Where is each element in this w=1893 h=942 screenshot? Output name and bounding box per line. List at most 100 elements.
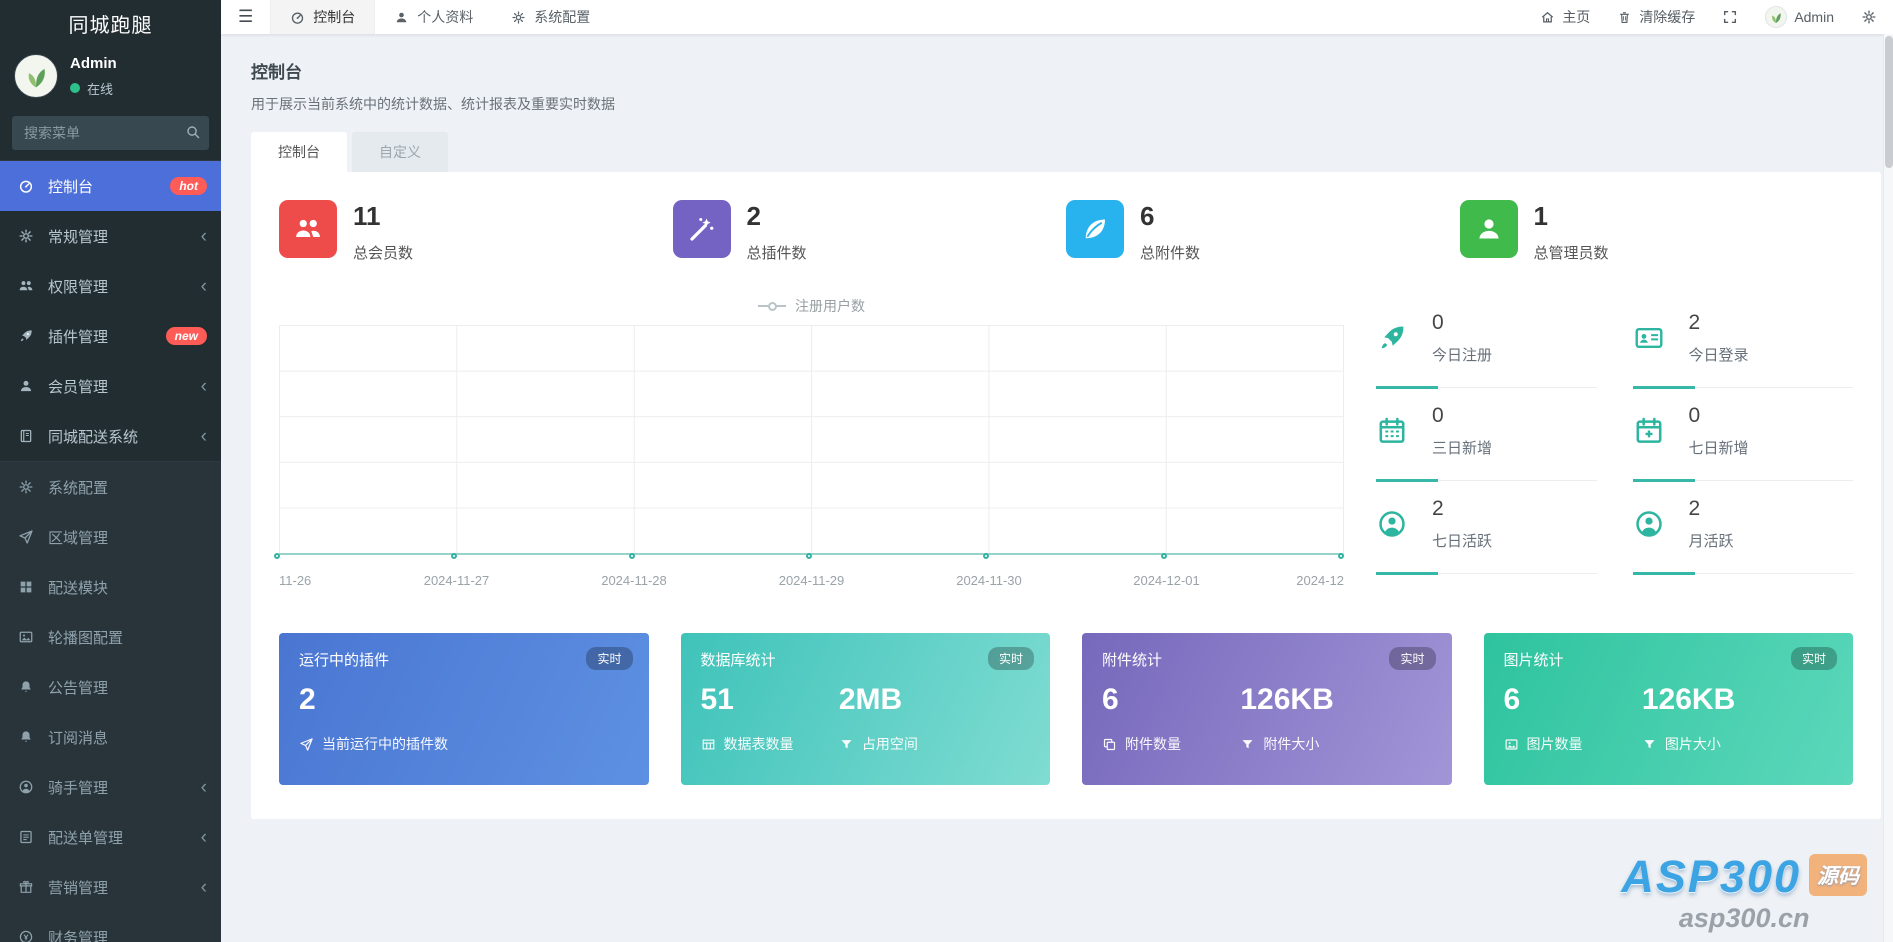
sidebar-item-general[interactable]: 常规管理‹ xyxy=(0,211,221,261)
mini-stat-label: 月活跃 xyxy=(1689,530,1734,551)
fullscreen-button[interactable] xyxy=(1722,9,1738,25)
card-database-stats: 数据库统计 实时 51数据表数量 2MB占用空间 xyxy=(681,633,1051,785)
sidebar-item-member[interactable]: 会员管理‹ xyxy=(0,361,221,411)
user-menu[interactable]: Admin xyxy=(1765,6,1834,28)
card-title: 运行中的插件 xyxy=(299,649,629,670)
copy-icon xyxy=(1102,737,1117,752)
sidebar: 同城跑腿 Admin 在线 控制台hot 常规管理‹ 权限管理‹ 插件管理new… xyxy=(0,0,221,942)
x-tick: 2024-11-30 xyxy=(956,573,1022,588)
sidebar-item-finance[interactable]: 财务管理 xyxy=(0,912,221,942)
bell-icon xyxy=(18,679,48,695)
vertical-scrollbar[interactable] xyxy=(1883,34,1893,942)
rocket-icon xyxy=(18,328,48,344)
settings-button[interactable] xyxy=(1861,9,1877,25)
leaf-icon xyxy=(1066,200,1124,258)
home-icon xyxy=(1540,10,1555,25)
registered-users-chart[interactable]: 注册用户数 11-26 2024-11-27 2024-11-28 2024-1… xyxy=(279,295,1344,595)
dashboard-panel: 11总会员数 2总插件数 6总附件数 1总管理员数 注册用户数 xyxy=(251,172,1881,819)
image-icon xyxy=(1504,737,1519,752)
x-tick: 2024-11-27 xyxy=(424,573,490,588)
mini-stat-value: 2 xyxy=(1689,497,1734,521)
sidebar-item-subscribe-msg[interactable]: 订阅消息 xyxy=(0,712,221,762)
top-navbar: ☰ 控制台 个人资料 系统配置 主页 清除缓存 Admin xyxy=(221,0,1893,34)
sidebar-item-notice[interactable]: 公告管理 xyxy=(0,662,221,712)
mini-stat-value: 2 xyxy=(1689,311,1749,335)
magic-wand-icon xyxy=(673,200,731,258)
tab-custom[interactable]: 自定义 xyxy=(352,132,448,172)
users-icon xyxy=(18,278,48,294)
realtime-badge: 实时 xyxy=(988,647,1034,670)
coin-icon xyxy=(18,929,48,942)
sidebar-toggle-button[interactable]: ☰ xyxy=(221,0,270,34)
mini-stat-label: 七日活跃 xyxy=(1432,530,1492,551)
grid-icon xyxy=(18,579,48,595)
bell-icon xyxy=(18,729,48,745)
image-icon xyxy=(18,629,48,645)
card-title: 数据库统计 xyxy=(701,649,1031,670)
stat-value: 2 xyxy=(747,203,807,229)
stat-label: 总附件数 xyxy=(1140,242,1200,263)
metric: 51数据表数量 xyxy=(701,683,839,754)
page-subtitle: 用于展示当前系统中的统计数据、统计报表及重要实时数据 xyxy=(251,94,1863,114)
new-badge: new xyxy=(166,327,207,345)
stat-value: 6 xyxy=(1140,203,1200,229)
clear-cache-button[interactable]: 清除缓存 xyxy=(1617,7,1695,27)
mini-stat-value: 0 xyxy=(1689,404,1749,428)
search-input[interactable] xyxy=(12,116,209,150)
sidebar-item-delivery-system[interactable]: 同城配送系统‹ xyxy=(0,411,221,461)
app-brand: 同城跑腿 xyxy=(0,0,221,46)
metric: 126KB附件大小 xyxy=(1240,683,1431,754)
chevron-left-icon: ‹ xyxy=(201,277,207,296)
sidebar-item-banner[interactable]: 轮播图配置 xyxy=(0,612,221,662)
page-header: 控制台 用于展示当前系统中的统计数据、统计报表及重要实时数据 xyxy=(221,34,1893,114)
sidebar-item-marketing[interactable]: 营销管理‹ xyxy=(0,862,221,912)
filter-icon xyxy=(1240,737,1255,752)
watermark-brand: ASP300 xyxy=(1621,854,1801,899)
online-dot-icon xyxy=(70,83,80,93)
dashboard-icon xyxy=(290,10,305,25)
sidebar-item-dashboard[interactable]: 控制台hot xyxy=(0,161,221,211)
avatar[interactable] xyxy=(14,54,58,98)
x-tick: 2024-12 xyxy=(1296,573,1344,588)
chart-legend[interactable]: 注册用户数 xyxy=(279,295,1344,317)
gift-icon xyxy=(18,879,48,895)
calendar-icon xyxy=(1376,404,1412,458)
tab-dashboard[interactable]: 控制台 xyxy=(251,132,347,172)
sidebar-item-auth[interactable]: 权限管理‹ xyxy=(0,261,221,311)
sidebar-item-rider[interactable]: 骑手管理‹ xyxy=(0,762,221,812)
data-point xyxy=(1338,553,1344,559)
chevron-left-icon: ‹ xyxy=(201,427,207,446)
sidebar-item-system-config[interactable]: 系统配置 xyxy=(0,462,221,512)
plant-avatar-icon xyxy=(1767,8,1785,26)
sidebar-item-delivery-module[interactable]: 配送模块 xyxy=(0,562,221,612)
home-link[interactable]: 主页 xyxy=(1540,7,1590,27)
sidebar-item-region[interactable]: 区域管理 xyxy=(0,512,221,562)
table-icon xyxy=(701,737,716,752)
navbar-right: 主页 清除缓存 Admin xyxy=(1540,0,1893,34)
gear-icon xyxy=(1861,9,1877,25)
search-button[interactable] xyxy=(185,124,201,143)
user-icon xyxy=(394,10,409,25)
sidebar-menu: 控制台hot 常规管理‹ 权限管理‹ 插件管理new 会员管理‹ 同城配送系统‹… xyxy=(0,160,221,942)
rocket-icon xyxy=(1376,311,1412,365)
realtime-badge: 实时 xyxy=(1791,647,1837,670)
metric: 2MB占用空间 xyxy=(839,683,1030,754)
nav-tab-system-config[interactable]: 系统配置 xyxy=(492,0,609,34)
hot-badge: hot xyxy=(170,177,207,195)
mini-stat-label: 七日新增 xyxy=(1689,437,1749,458)
scrollbar-thumb[interactable] xyxy=(1885,36,1893,168)
navbar-username: Admin xyxy=(1794,9,1834,25)
watermark-badge: 源码 xyxy=(1809,854,1867,896)
stat-total-attachments: 6 总附件数 xyxy=(1066,200,1460,263)
sidebar-item-delivery-order[interactable]: 配送单管理‹ xyxy=(0,812,221,862)
chevron-left-icon: ‹ xyxy=(201,828,207,847)
x-tick: 11-26 xyxy=(279,573,311,588)
gear-icon xyxy=(18,228,48,244)
user-circle-icon xyxy=(1376,497,1412,551)
mini-stat-7day-active: 2七日活跃 xyxy=(1376,481,1597,574)
nav-tab-profile[interactable]: 个人资料 xyxy=(375,0,492,34)
sidebar-item-addon[interactable]: 插件管理new xyxy=(0,311,221,361)
summary-cards-row: 运行中的插件 实时 2当前运行中的插件数 数据库统计 实时 51数据表数量 2M… xyxy=(279,633,1853,785)
nav-tab-dashboard[interactable]: 控制台 xyxy=(270,0,375,34)
mini-stat-month-active: 2 月活跃 xyxy=(1633,481,1854,574)
